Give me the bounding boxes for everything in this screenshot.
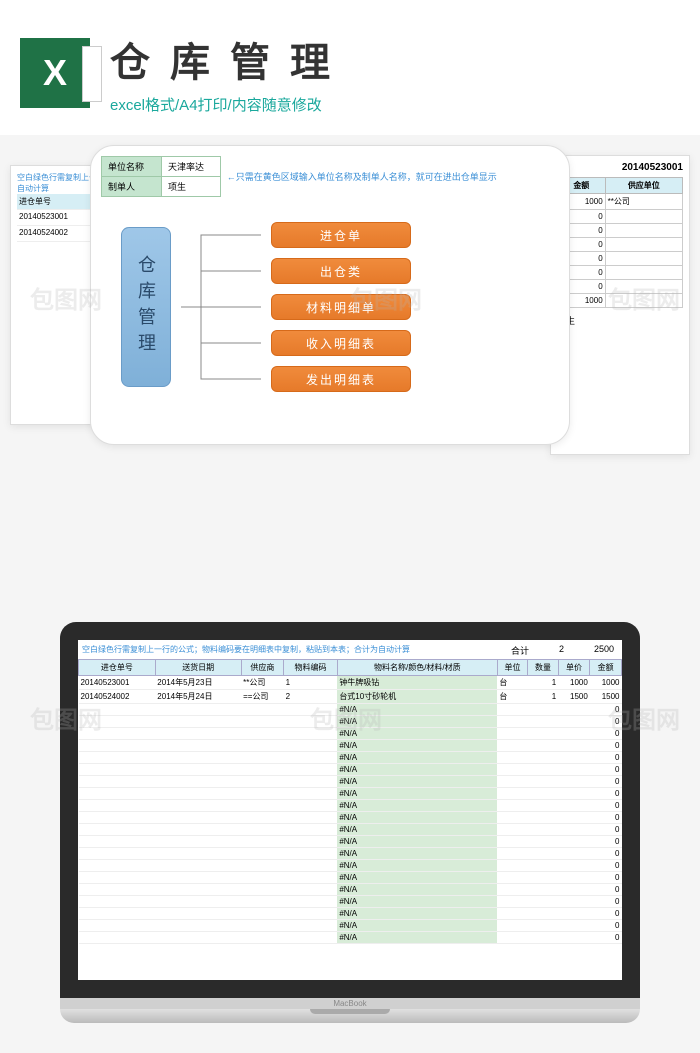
cell: 20140523001 (17, 210, 90, 225)
summary-label: 合计 (511, 644, 529, 657)
laptop-screen: 合计 2 2500 空白绿色行需复制上一行的公式；物料编码要在明细表中复制，粘贴… (60, 622, 640, 998)
col-header: 物料名称/颜色/材料/材质 (337, 660, 497, 676)
cell (605, 252, 682, 266)
nav-diagram: 仓库管理 进仓单出仓类材料明细单收入明细表发出明细表 (101, 217, 559, 397)
maker-label: 制单人 (102, 177, 162, 197)
hint-text: ←只需在黄色区域输入单位名称及制单人名称，就可在进出仓单显示 (220, 157, 559, 197)
table-row: #N/A0 (79, 800, 622, 812)
table-row: #N/A0 (79, 860, 622, 872)
summary-qty: 2 (559, 644, 564, 657)
col-header: 物料编码 (284, 660, 338, 676)
menu-button[interactable]: 进仓单 (271, 222, 411, 248)
table-row: #N/A0 (79, 788, 622, 800)
table-row: #N/A0 (79, 848, 622, 860)
menu-button[interactable]: 材料明细单 (271, 294, 411, 320)
col-header: 进仓单号 (17, 194, 90, 209)
amount-table: 金额 供应单位 1000**公司0000001000 (557, 177, 683, 308)
table-row: #N/A0 (79, 872, 622, 884)
unit-label: 单位名称 (102, 157, 162, 177)
cell (605, 224, 682, 238)
table-row: #N/A0 (79, 740, 622, 752)
col-header: 供应商 (241, 660, 284, 676)
col-header: 供应单位 (605, 178, 682, 194)
table-row: #N/A0 (79, 728, 622, 740)
table-row: #N/A0 (79, 812, 622, 824)
excel-x-letter: X (43, 52, 67, 94)
col-header: 单位 (497, 660, 527, 676)
cell (605, 210, 682, 224)
table-row: #N/A0 (79, 836, 622, 848)
col-header: 金额 (590, 660, 622, 676)
cell (605, 266, 682, 280)
laptop-base (60, 1009, 640, 1023)
sheet-preview-main: 单位名称 天津率达 ←只需在黄色区域输入单位名称及制单人名称，就可在进出仓单显示… (90, 145, 570, 445)
table-row: #N/A0 (79, 704, 622, 716)
screen-content: 合计 2 2500 空白绿色行需复制上一行的公式；物料编码要在明细表中复制，粘贴… (78, 640, 622, 980)
sheet-preview-right: 20140523001 金额 供应单位 1000**公司0000001000 项… (550, 155, 690, 455)
table-row: 201405240022014年5月24日==公司2台式10寸砂轮机台11500… (79, 690, 622, 704)
cell: 20140524002 (17, 226, 90, 241)
table-row: #N/A0 (79, 884, 622, 896)
excel-icon: X (20, 38, 90, 108)
page-header: X 仓库管理 excel格式/A4打印/内容随意修改 (0, 0, 700, 135)
cell (605, 294, 682, 308)
footer-text: 项生 (557, 314, 683, 327)
table-row: #N/A0 (79, 764, 622, 776)
menu-button[interactable]: 收入明细表 (271, 330, 411, 356)
col-header: 进仓单号 (79, 660, 156, 676)
detail-table: 进仓单号送货日期供应商物料编码物料名称/颜色/材料/材质单位数量单价金额 201… (78, 659, 622, 944)
table-row: #N/A0 (79, 716, 622, 728)
cell (605, 238, 682, 252)
header-text: 仓库管理 excel格式/A4打印/内容随意修改 (110, 30, 680, 115)
summary-amount: 2500 (594, 644, 614, 657)
unit-value: 天津率达 (162, 157, 221, 177)
diagram-root[interactable]: 仓库管理 (121, 227, 171, 387)
table-row: #N/A0 (79, 776, 622, 788)
col-header: 数量 (528, 660, 558, 676)
cell (605, 280, 682, 294)
laptop-brand: MacBook (60, 998, 640, 1009)
menu-column: 进仓单出仓类材料明细单收入明细表发出明细表 (271, 222, 411, 392)
col-header: 单价 (558, 660, 590, 676)
laptop-preview: 合计 2 2500 空白绿色行需复制上一行的公式；物料编码要在明细表中复制，粘贴… (60, 622, 640, 1023)
table-row: #N/A0 (79, 920, 622, 932)
cell: **公司 (605, 194, 682, 210)
doc-number: 20140523001 (557, 162, 683, 173)
page-subtitle: excel格式/A4打印/内容随意修改 (110, 94, 680, 115)
table-row: #N/A0 (79, 896, 622, 908)
col-header: 送货日期 (155, 660, 241, 676)
table-row: 201405230012014年5月23日**公司1钟牛牌吸钻台11000100… (79, 676, 622, 690)
table-row: #N/A0 (79, 824, 622, 836)
table-row: #N/A0 (79, 752, 622, 764)
menu-button[interactable]: 发出明细表 (271, 366, 411, 392)
maker-value: 项生 (162, 177, 221, 197)
table-row: #N/A0 (79, 908, 622, 920)
connector-lines (181, 217, 261, 397)
table-row: #N/A0 (79, 932, 622, 944)
summary-row: 合计 2 2500 (511, 644, 614, 657)
preview-stack: 空白绿色行需复制上一行的公式... 合计为自动计算 进仓单号 送货日期 2014… (0, 145, 700, 485)
page-title: 仓库管理 (110, 30, 680, 88)
menu-button[interactable]: 出仓类 (271, 258, 411, 284)
meta-table: 单位名称 天津率达 ←只需在黄色区域输入单位名称及制单人名称，就可在进出仓单显示… (101, 156, 559, 197)
